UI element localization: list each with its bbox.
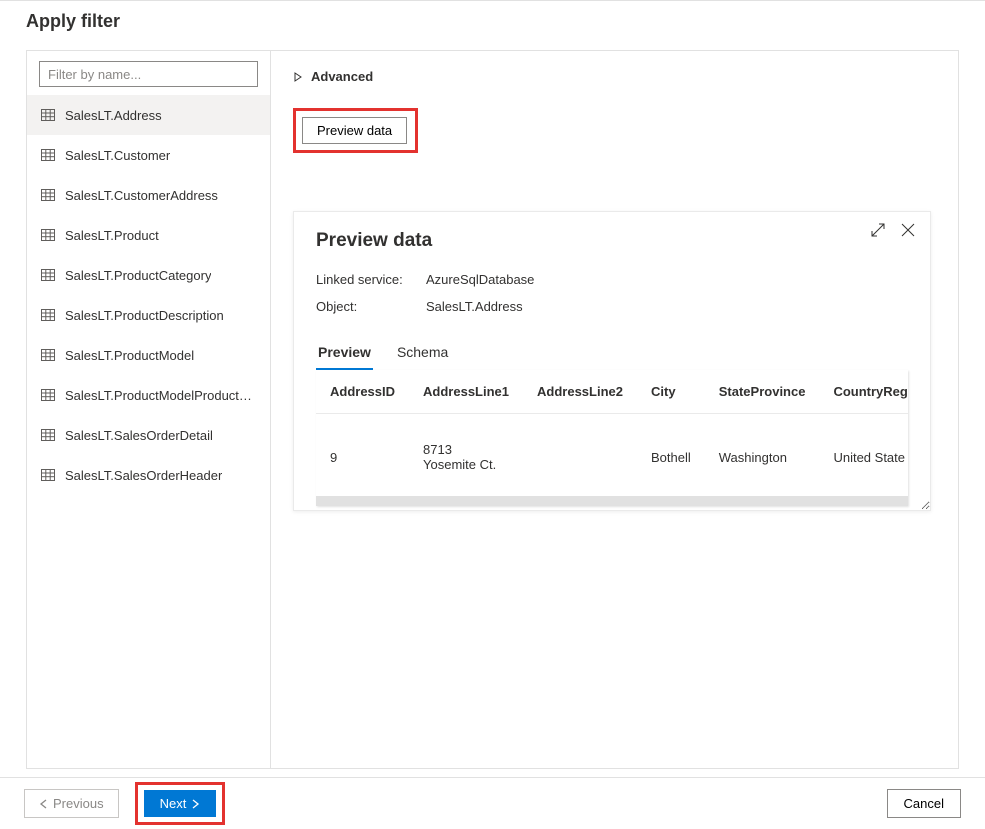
sidebar-item[interactable]: SalesLT.SalesOrderDetail bbox=[27, 415, 270, 455]
sidebar-item-label: SalesLT.ProductDescription bbox=[65, 308, 224, 323]
sidebar-item-label: SalesLT.ProductModel bbox=[65, 348, 194, 363]
sidebar-item[interactable]: SalesLT.Address bbox=[27, 95, 270, 135]
previous-label: Previous bbox=[53, 796, 104, 811]
sidebar-item-label: SalesLT.Product bbox=[65, 228, 159, 243]
preview-tabs: Preview Schema bbox=[316, 336, 908, 370]
side-list: SalesLT.Address SalesLT.Customer SalesLT.C… bbox=[27, 95, 270, 495]
table-cell: United State bbox=[819, 414, 908, 501]
content-box: SalesLT.Address SalesLT.Customer SalesLT.C… bbox=[26, 50, 959, 769]
table-cell: 8713 Yosemite Ct. bbox=[409, 414, 523, 501]
table-icon bbox=[41, 308, 55, 322]
cancel-button[interactable]: Cancel bbox=[887, 789, 961, 818]
next-button-highlight: Next bbox=[135, 782, 226, 825]
sidebar-item[interactable]: SalesLT.Product bbox=[27, 215, 270, 255]
sidebar-item[interactable]: SalesLT.CustomerAddress bbox=[27, 175, 270, 215]
main-area: Advanced Preview data Preview data Linke… bbox=[271, 51, 958, 768]
footer: Previous Next Cancel bbox=[0, 777, 985, 829]
table-icon bbox=[41, 148, 55, 162]
preview-data-button[interactable]: Preview data bbox=[302, 117, 407, 144]
chevron-right-icon bbox=[190, 799, 200, 809]
sidebar-item[interactable]: SalesLT.ProductCategory bbox=[27, 255, 270, 295]
object-value: SalesLT.Address bbox=[426, 299, 523, 314]
tab-preview[interactable]: Preview bbox=[316, 336, 373, 370]
sidebar-item-label: SalesLT.SalesOrderDetail bbox=[65, 428, 213, 443]
table-cell: Washington bbox=[705, 414, 820, 501]
object-label: Object: bbox=[316, 299, 414, 314]
column-header[interactable]: AddressID bbox=[316, 370, 409, 414]
preview-panel-title: Preview data bbox=[316, 230, 908, 252]
table-icon bbox=[41, 468, 55, 482]
chevron-right-icon bbox=[293, 72, 303, 82]
previous-button[interactable]: Previous bbox=[24, 789, 119, 818]
filter-input[interactable] bbox=[39, 61, 258, 87]
sidebar-item[interactable]: SalesLT.ProductDescription bbox=[27, 295, 270, 335]
linked-service-value: AzureSqlDatabase bbox=[426, 272, 534, 287]
table-row: 98713 Yosemite Ct. BothellWashingtonUnite… bbox=[316, 414, 908, 501]
table-icon bbox=[41, 228, 55, 242]
sidebar-item[interactable]: SalesLT.SalesOrderHeader bbox=[27, 455, 270, 495]
table-cell bbox=[523, 414, 637, 501]
table-cell: 9 bbox=[316, 414, 409, 501]
sidebar-item-label: SalesLT.ProductModelProductDe... bbox=[65, 388, 256, 403]
column-header[interactable]: StateProvince bbox=[705, 370, 820, 414]
sidebar-item-label: SalesLT.Address bbox=[65, 108, 162, 123]
table-icon bbox=[41, 188, 55, 202]
column-header[interactable]: AddressLine2 bbox=[523, 370, 637, 414]
table-icon bbox=[41, 348, 55, 362]
sidebar-item[interactable]: SalesLT.Customer bbox=[27, 135, 270, 175]
data-table-wrap: AddressIDAddressLine1AddressLine2CitySta… bbox=[316, 370, 908, 506]
preview-panel: Preview data Linked service: AzureSqlDat… bbox=[293, 211, 931, 511]
table-cell: Bothell bbox=[637, 414, 705, 501]
column-header[interactable]: AddressLine1 bbox=[409, 370, 523, 414]
sidebar-item-label: SalesLT.ProductCategory bbox=[65, 268, 211, 283]
expand-icon[interactable] bbox=[870, 222, 886, 238]
linked-service-label: Linked service: bbox=[316, 272, 414, 287]
close-icon[interactable] bbox=[900, 222, 916, 238]
chevron-left-icon bbox=[39, 799, 49, 809]
table-icon bbox=[41, 108, 55, 122]
next-label: Next bbox=[160, 796, 187, 811]
sidebar-item-label: SalesLT.Customer bbox=[65, 148, 170, 163]
tab-schema[interactable]: Schema bbox=[395, 336, 450, 370]
horizontal-scrollbar[interactable] bbox=[316, 496, 908, 506]
sidebar-item[interactable]: SalesLT.ProductModel bbox=[27, 335, 270, 375]
preview-button-highlight: Preview data bbox=[293, 108, 418, 153]
table-icon bbox=[41, 428, 55, 442]
advanced-label: Advanced bbox=[311, 69, 373, 84]
sidebar-item-label: SalesLT.SalesOrderHeader bbox=[65, 468, 222, 483]
column-header[interactable]: CountryReg bbox=[819, 370, 908, 414]
sidebar: SalesLT.Address SalesLT.Customer SalesLT.C… bbox=[27, 51, 271, 768]
next-button[interactable]: Next bbox=[144, 790, 217, 817]
preview-data-table: AddressIDAddressLine1AddressLine2CitySta… bbox=[316, 370, 908, 500]
sidebar-item[interactable]: SalesLT.ProductModelProductDe... bbox=[27, 375, 270, 415]
table-icon bbox=[41, 268, 55, 282]
page-title: Apply filter bbox=[0, 1, 985, 50]
table-icon bbox=[41, 388, 55, 402]
sidebar-item-label: SalesLT.CustomerAddress bbox=[65, 188, 218, 203]
column-header[interactable]: City bbox=[637, 370, 705, 414]
advanced-toggle[interactable]: Advanced bbox=[293, 69, 373, 84]
